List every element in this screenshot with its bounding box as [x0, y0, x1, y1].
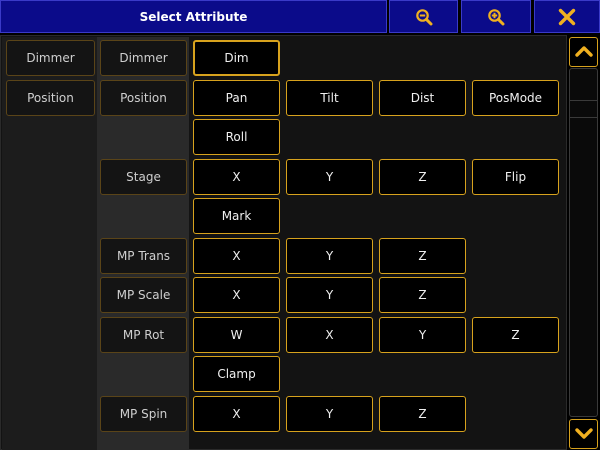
attribute-button[interactable]: Y: [286, 159, 373, 195]
attribute-button[interactable]: X: [193, 159, 280, 195]
attribute-button[interactable]: Y: [286, 396, 373, 432]
attribute-button[interactable]: Y: [379, 317, 466, 353]
attribute-button[interactable]: Z: [472, 317, 559, 353]
attribute-button[interactable]: Z: [379, 238, 466, 274]
feature-group-dimmer[interactable]: Dimmer: [6, 40, 95, 76]
chevron-down-icon: [574, 427, 593, 442]
feature-mp-trans[interactable]: MP Trans: [100, 238, 187, 274]
zoom-in-button[interactable]: [461, 0, 531, 33]
close-button[interactable]: [534, 0, 600, 33]
attribute-button[interactable]: Y: [286, 238, 373, 274]
feature-mp-rot[interactable]: MP Rot: [100, 317, 187, 353]
scrollbar[interactable]: [567, 35, 600, 450]
attribute-button[interactable]: Roll: [193, 119, 280, 155]
feature-mp-scale[interactable]: MP Scale: [100, 277, 187, 313]
attribute-button[interactable]: Dist: [379, 80, 466, 116]
attribute-button[interactable]: Y: [286, 277, 373, 313]
chevron-up-icon: [574, 45, 593, 60]
attribute-button[interactable]: PosMode: [472, 80, 559, 116]
attribute-button[interactable]: Dim: [193, 40, 280, 76]
attribute-button[interactable]: Mark: [193, 198, 280, 234]
attribute-button[interactable]: X: [286, 317, 373, 353]
title-bar: Select Attribute: [0, 0, 600, 36]
attribute-button[interactable]: Z: [379, 277, 466, 313]
zoom-out-icon: [415, 8, 433, 26]
scroll-track[interactable]: [569, 68, 598, 417]
attribute-button[interactable]: X: [193, 277, 280, 313]
scroll-down-button[interactable]: [569, 419, 598, 449]
zoom-in-icon: [487, 8, 505, 26]
attribute-button[interactable]: X: [193, 396, 280, 432]
attribute-button[interactable]: Clamp: [193, 356, 280, 392]
feature-group-position[interactable]: Position: [6, 80, 95, 116]
feature-position[interactable]: Position: [100, 80, 187, 116]
attribute-button[interactable]: X: [193, 238, 280, 274]
scroll-thumb[interactable]: [570, 100, 597, 118]
scroll-up-button[interactable]: [569, 37, 598, 67]
feature-mp-spin[interactable]: MP Spin: [100, 396, 187, 432]
attribute-button[interactable]: Tilt: [286, 80, 373, 116]
feature-stage[interactable]: Stage: [100, 159, 187, 195]
zoom-out-button[interactable]: [389, 0, 458, 33]
dialog-title: Select Attribute: [0, 0, 387, 33]
attribute-button[interactable]: Z: [379, 159, 466, 195]
attribute-button[interactable]: Pan: [193, 80, 280, 116]
attribute-button[interactable]: W: [193, 317, 280, 353]
feature-dimmer[interactable]: Dimmer: [100, 40, 187, 76]
close-icon: [558, 8, 576, 26]
attribute-button[interactable]: Flip: [472, 159, 559, 195]
attribute-button[interactable]: Z: [379, 396, 466, 432]
